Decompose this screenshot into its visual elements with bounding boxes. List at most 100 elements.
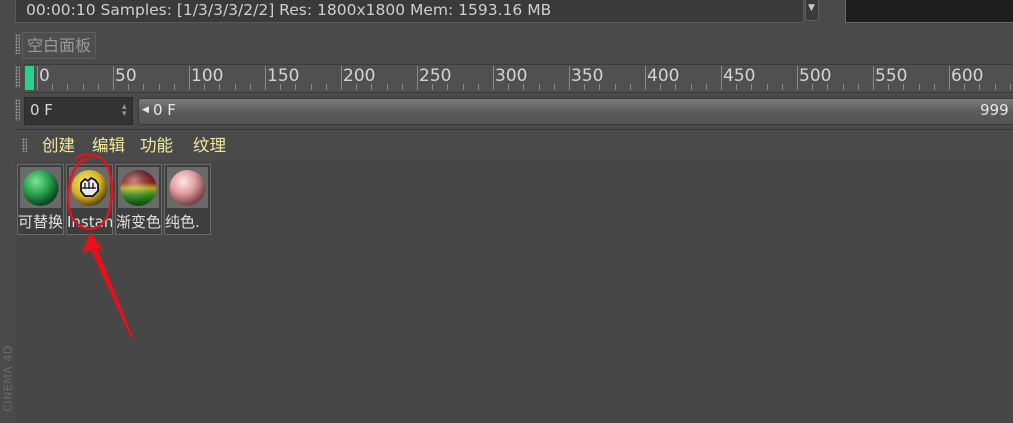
ruler-minor-tick bbox=[523, 84, 525, 90]
ruler-minor-tick bbox=[234, 84, 236, 90]
ruler-minor-tick bbox=[827, 84, 829, 90]
ruler-tick bbox=[493, 66, 494, 90]
ruler-minor-tick bbox=[660, 84, 662, 90]
material-label: 纯色. bbox=[165, 213, 200, 231]
ruler-tick-label: 50 bbox=[115, 66, 137, 86]
ruler-minor-tick bbox=[675, 84, 677, 90]
ruler-minor-tick bbox=[751, 84, 753, 90]
ruler-minor-tick bbox=[857, 84, 859, 90]
ruler-tick-label: 200 bbox=[343, 66, 376, 86]
ruler-tick-label: 300 bbox=[495, 66, 528, 86]
ruler-minor-tick bbox=[538, 84, 540, 90]
ruler-tick bbox=[189, 66, 190, 90]
material-label: 渐变色 bbox=[116, 213, 161, 231]
ruler-minor-tick bbox=[766, 84, 768, 90]
ruler-minor-tick bbox=[629, 84, 631, 90]
ruler-minor-tick bbox=[432, 84, 434, 90]
ruler-tick-label: 600 bbox=[951, 66, 984, 86]
ruler-minor-tick bbox=[249, 84, 251, 90]
ruler-minor-tick bbox=[386, 84, 388, 90]
frame-stepper-icon[interactable]: ▴ ▾ bbox=[122, 103, 127, 119]
ruler-tick-label: 250 bbox=[419, 66, 452, 86]
ruler-minor-tick bbox=[401, 84, 403, 90]
ruler-tick bbox=[949, 66, 950, 90]
ruler-minor-tick bbox=[143, 84, 145, 90]
timeline-grip[interactable] bbox=[15, 66, 20, 88]
timeline-ruler[interactable]: 0501001502002503003504004505005506006 bbox=[24, 64, 1013, 93]
current-frame-field[interactable]: 0 F ▴ ▾ bbox=[24, 97, 133, 125]
material-label: Instance bbox=[67, 213, 112, 231]
ruler-minor-tick bbox=[553, 84, 555, 90]
ruler-minor-tick bbox=[903, 84, 905, 90]
frame-range-slider[interactable]: ◀ 0 F 999 bbox=[138, 98, 1013, 125]
ruler-minor-tick bbox=[477, 84, 479, 90]
ruler-tick bbox=[113, 66, 114, 90]
ruler-tick bbox=[341, 66, 342, 90]
current-frame-value: 0 F bbox=[30, 101, 53, 119]
menu-create[interactable]: 创建 bbox=[39, 132, 78, 159]
menu-texture[interactable]: 纹理 bbox=[190, 132, 229, 159]
menu-edit[interactable]: 编辑 bbox=[89, 132, 128, 159]
panel-grip[interactable] bbox=[15, 34, 20, 54]
empty-panel-tab[interactable]: 空白面板 bbox=[22, 32, 97, 59]
ruler-minor-tick bbox=[204, 84, 206, 90]
pink-sphere-icon bbox=[167, 167, 208, 208]
ruler-tick bbox=[569, 66, 570, 90]
ruler-tick-label: 350 bbox=[571, 66, 604, 86]
playhead-marker[interactable] bbox=[25, 66, 34, 90]
render-preview bbox=[845, 0, 1013, 23]
ruler-minor-tick bbox=[781, 84, 783, 90]
scroll-down-arrow-icon[interactable]: ▼ bbox=[808, 4, 815, 13]
green-sphere-icon bbox=[20, 167, 61, 208]
ruler-minor-tick bbox=[219, 84, 221, 90]
frame-row-grip[interactable] bbox=[15, 99, 20, 121]
ruler-tick bbox=[873, 66, 874, 90]
ruler-minor-tick bbox=[325, 84, 327, 90]
ruler-minor-tick bbox=[52, 84, 54, 90]
ruler-tick bbox=[797, 66, 798, 90]
ruler-minor-tick bbox=[158, 84, 160, 90]
range-end-value: 999 bbox=[980, 101, 1009, 119]
ruler-minor-tick bbox=[1009, 84, 1011, 90]
material-slot-instance[interactable]: Instance bbox=[66, 164, 113, 235]
ruler-tick bbox=[645, 66, 646, 90]
ruler-minor-tick bbox=[584, 84, 586, 90]
material-slot-gradient[interactable]: 渐变色 bbox=[115, 164, 162, 235]
cinema4d-brand: CINEMA 4D bbox=[1, 345, 15, 412]
ruler-minor-tick bbox=[447, 84, 449, 90]
material-slot-solid-color[interactable]: 纯色. bbox=[164, 164, 211, 235]
ruler-minor-tick bbox=[508, 84, 510, 90]
render-status-text: 00:00:10 Samples: [1/3/3/3/2/2] Res: 180… bbox=[26, 1, 552, 19]
range-start-value: 0 F bbox=[153, 101, 176, 119]
ruler-minor-tick bbox=[295, 84, 297, 90]
ruler-minor-tick bbox=[842, 84, 844, 90]
ruler-minor-tick bbox=[310, 84, 312, 90]
material-menu-grip[interactable] bbox=[22, 138, 27, 152]
ruler-minor-tick bbox=[994, 84, 996, 90]
ruler-tick-label: 400 bbox=[647, 66, 680, 86]
ruler-minor-tick bbox=[356, 84, 358, 90]
ruler-minor-tick bbox=[280, 84, 282, 90]
gradient-sphere-icon bbox=[118, 167, 159, 208]
render-status-panel: 00:00:10 Samples: [1/3/3/3/2/2] Res: 180… bbox=[15, 0, 804, 23]
ruler-minor-tick bbox=[82, 84, 84, 90]
range-left-arrow-icon[interactable]: ◀ bbox=[142, 105, 149, 115]
status-scrollbar[interactable]: ▼ bbox=[805, 0, 819, 21]
menu-function[interactable]: 功能 bbox=[137, 132, 176, 159]
ruler-tick-label: 0 bbox=[39, 66, 50, 86]
ruler-minor-tick bbox=[888, 84, 890, 90]
ruler-minor-tick bbox=[812, 84, 814, 90]
ruler-minor-tick bbox=[690, 84, 692, 90]
ruler-tick bbox=[265, 66, 266, 90]
ruler-tick-label: 100 bbox=[191, 66, 224, 86]
material-label: 可替换 bbox=[18, 213, 63, 231]
ruler-minor-tick bbox=[462, 84, 464, 90]
ruler-minor-tick bbox=[128, 84, 130, 90]
ruler-minor-tick bbox=[964, 84, 966, 90]
ruler-tick-label: 550 bbox=[875, 66, 908, 86]
material-slot-replaceable[interactable]: 可替换 bbox=[17, 164, 64, 235]
ruler-tick bbox=[417, 66, 418, 90]
ruler-tick bbox=[37, 66, 38, 90]
ruler-tick bbox=[721, 66, 722, 90]
ruler-tick-label: 450 bbox=[723, 66, 756, 86]
